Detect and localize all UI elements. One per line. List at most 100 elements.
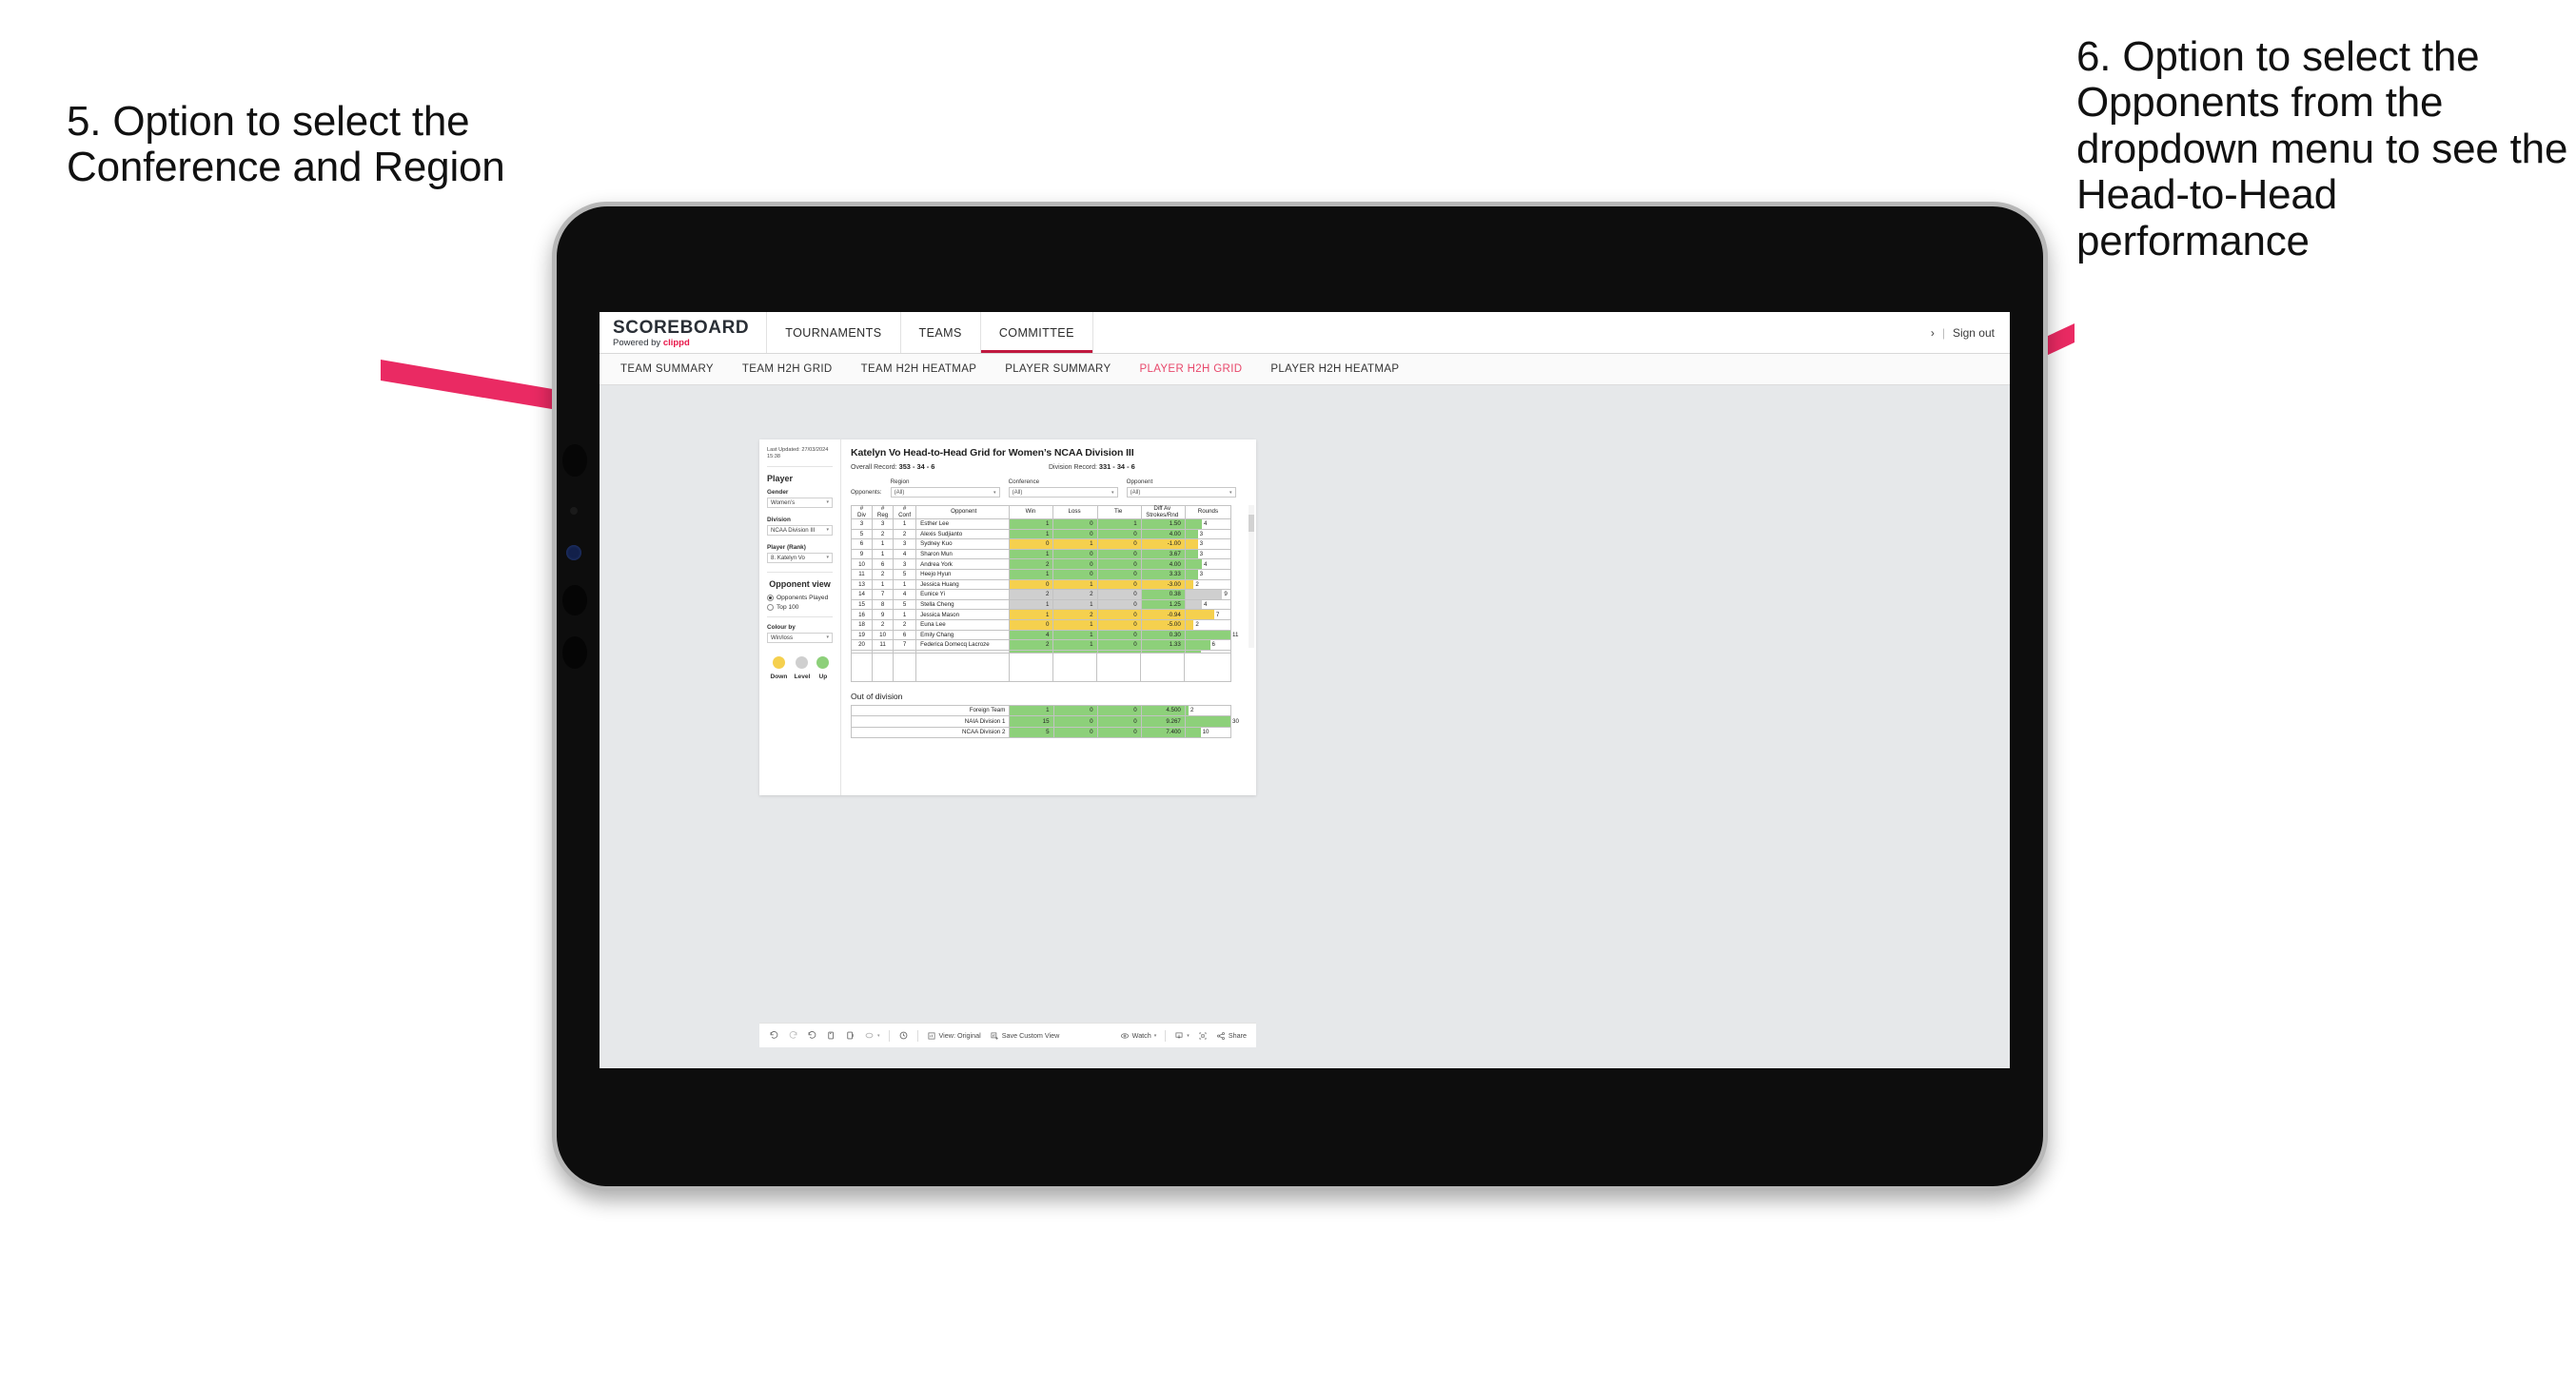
region-filter-value: (All) xyxy=(894,489,905,496)
table-row[interactable]: 11 2 5 Heejo Hyun 1 0 0 3.33 3 xyxy=(850,568,1232,580)
colour-by-dropdown[interactable]: Win/loss ▾ xyxy=(767,632,833,643)
table-row[interactable]: 18 2 2 Euna Lee 0 1 0 -5.00 2 xyxy=(850,618,1232,631)
cell-tie: 0 xyxy=(1096,618,1142,631)
th-div: # Div xyxy=(850,505,874,519)
volume-down-button[interactable] xyxy=(562,636,587,669)
cell-rounds: 4 xyxy=(1184,598,1232,611)
download-button[interactable]: ▾ xyxy=(1174,1031,1190,1041)
out-of-division-row[interactable]: Foreign Team 1 0 0 4.500 2 xyxy=(850,704,1232,717)
gender-dropdown[interactable]: Women’s ▾ xyxy=(767,497,833,508)
radio-top-100[interactable]: Top 100 xyxy=(767,603,833,611)
table-row[interactable]: 3 3 1 Esther Lee 1 0 1 1.50 4 xyxy=(850,518,1232,530)
table-row[interactable]: 16 9 1 Jessica Mason 1 2 0 -0.94 7 xyxy=(850,609,1232,620)
nav-item-teams[interactable]: TEAMS xyxy=(901,312,981,353)
table-row[interactable]: 5 2 2 Alexis Sudjianto 1 0 0 4.00 3 xyxy=(850,528,1232,540)
legend-caption-up: Up xyxy=(818,673,828,680)
screenshot-stage: 5. Option to select the Conference and R… xyxy=(0,0,2576,1386)
legend-dot-level xyxy=(796,655,809,669)
undo-icon[interactable] xyxy=(769,1030,779,1041)
conference-filter-label: Conference xyxy=(1008,478,1040,485)
refresh-icon[interactable] xyxy=(826,1030,836,1041)
cell-reg: 3 xyxy=(872,518,895,530)
toolbar-divider-3 xyxy=(1165,1029,1167,1042)
table-row[interactable]: 19 10 6 Emily Chang 4 1 0 0.30 11 xyxy=(850,629,1238,641)
cell-rounds: 30 xyxy=(1184,715,1239,728)
tab-player-h2h-grid[interactable]: PLAYER H2H GRID xyxy=(1139,363,1242,375)
nav-item-tournaments[interactable]: TOURNAMENTS xyxy=(767,312,901,353)
panel-divider-1 xyxy=(767,465,833,467)
pause-icon[interactable] xyxy=(898,1030,909,1041)
tab-team-h2h-heatmap[interactable]: TEAM H2H HEATMAP xyxy=(861,363,977,375)
region-filter-dropdown[interactable]: (All) ▾ xyxy=(890,487,1000,498)
watch-button[interactable]: Watch ▾ xyxy=(1120,1031,1156,1041)
save-custom-view-button[interactable]: Save Custom View xyxy=(990,1031,1059,1041)
radio-opponents-played[interactable]: Opponents Played xyxy=(767,594,833,601)
cell-tie: 0 xyxy=(1096,589,1142,600)
cell-loss: 0 xyxy=(1052,726,1098,739)
cell-win: 5 xyxy=(1009,726,1054,739)
view-original-button[interactable]: View: Original xyxy=(927,1031,981,1041)
redo-icon[interactable] xyxy=(788,1030,798,1041)
scrollbar-thumb[interactable] xyxy=(1249,515,1254,532)
visualization-area: Katelyn Vo Head-to-Head Grid for Women’s… xyxy=(841,439,1256,795)
cell-div: 9 xyxy=(850,548,874,560)
dashboard-sheet: Last Updated: 27/03/2024 15:38 Player Ge… xyxy=(759,439,1256,795)
cell-opponent: Heejo Hyun xyxy=(915,568,1011,580)
table-row[interactable]: 14 7 4 Eunice Yi 2 2 0 0.38 9 xyxy=(850,589,1232,600)
cell-conf: 3 xyxy=(893,538,917,550)
volume-up-button[interactable] xyxy=(562,585,587,615)
cell-rounds: 2 xyxy=(1184,618,1232,631)
legend-item-down: Down xyxy=(771,655,787,680)
table-row[interactable]: 6 1 3 Sydney Kuo 0 1 0 -1.00 3 xyxy=(850,538,1232,550)
cell-win: 1 xyxy=(1009,609,1054,620)
conference-filter-dropdown[interactable]: (All) ▾ xyxy=(1008,487,1118,498)
fullscreen-icon[interactable] xyxy=(1198,1031,1208,1041)
division-dropdown[interactable]: NCAA Division III ▾ xyxy=(767,524,833,536)
h2h-grid-header: # Div # Reg # Conf Opponent Win Loss Tie Di… xyxy=(850,505,1232,519)
chevron-down-icon: ▾ xyxy=(993,489,996,496)
revert-icon[interactable] xyxy=(807,1030,817,1041)
tab-team-summary[interactable]: TEAM SUMMARY xyxy=(620,363,714,375)
cell-tie: 0 xyxy=(1096,639,1142,651)
grid-vertical-scrollbar[interactable] xyxy=(1249,505,1254,648)
table-row[interactable]: 15 8 5 Stella Cheng 1 1 0 1.25 4 xyxy=(850,598,1232,611)
colour-legend: Down Level Up xyxy=(767,655,833,680)
player-rank-dropdown[interactable]: 8. Katelyn Vo ▾ xyxy=(767,552,833,563)
out-of-division-row[interactable]: NAIA Division 1 15 0 0 9.267 30 xyxy=(850,715,1239,728)
cell-opponent: Federica Domecq Lacroze xyxy=(915,639,1011,651)
cell-rounds: 7 xyxy=(1184,609,1232,620)
annotation-callout-right: 6. Option to select the Opponents from t… xyxy=(2076,33,2568,264)
out-of-division-row[interactable]: NCAA Division 2 5 0 0 7.400 10 xyxy=(850,726,1232,739)
region-filter: Region (All) ▾ xyxy=(890,478,1000,498)
highlight-icon[interactable]: ▾ xyxy=(864,1030,880,1041)
player-section-heading: Player xyxy=(767,473,794,483)
chevron-down-icon: ▾ xyxy=(826,499,829,506)
cell-reg: 1 xyxy=(872,548,895,560)
th-tie: Tie xyxy=(1096,505,1142,519)
cell-win: 2 xyxy=(1009,639,1054,651)
pause-auto-updates-icon[interactable] xyxy=(845,1030,855,1041)
opponent-filter-dropdown[interactable]: (All) ▾ xyxy=(1126,487,1236,498)
record-summary-row: Overall Record: 353 - 34 - 6 Division Re… xyxy=(851,462,1247,471)
share-button[interactable]: Share xyxy=(1216,1031,1247,1041)
cell-opponent: Alexis Sudjianto xyxy=(915,528,1011,540)
radio-top-100-label: Top 100 xyxy=(777,603,799,611)
tab-team-h2h-grid[interactable]: TEAM H2H GRID xyxy=(742,363,833,375)
cell-opponent: Esther Lee xyxy=(915,518,1011,530)
sign-out-link[interactable]: Sign out xyxy=(1953,326,1995,340)
table-row[interactable]: 13 1 1 Jessica Huang 0 1 0 -3.00 2 xyxy=(850,578,1232,591)
table-row[interactable]: 20 11 7 Federica Domecq Lacroze 2 1 0 1.33 6 xyxy=(850,639,1232,651)
gender-label: Gender xyxy=(767,488,789,496)
chevron-right-icon[interactable]: › xyxy=(1931,326,1935,340)
tab-player-h2h-heatmap[interactable]: PLAYER H2H HEATMAP xyxy=(1270,363,1399,375)
nav-item-committee[interactable]: COMMITTEE xyxy=(980,312,1093,353)
division-record-label: Division Record: xyxy=(1049,464,1099,471)
cell-tie: 0 xyxy=(1096,704,1142,717)
cell-diff: 0.38 xyxy=(1140,589,1186,600)
cell-win: 0 xyxy=(1009,578,1054,591)
tab-player-summary[interactable]: PLAYER SUMMARY xyxy=(1005,363,1111,375)
brand-logo[interactable]: SCOREBOARD Powered by clippd xyxy=(600,312,768,353)
cell-diff: 3.67 xyxy=(1140,548,1186,560)
table-row[interactable]: 9 1 4 Sharon Mun 1 0 0 3.67 3 xyxy=(850,548,1232,560)
table-row[interactable]: 10 6 3 Andrea York 2 0 0 4.00 4 xyxy=(850,558,1232,570)
